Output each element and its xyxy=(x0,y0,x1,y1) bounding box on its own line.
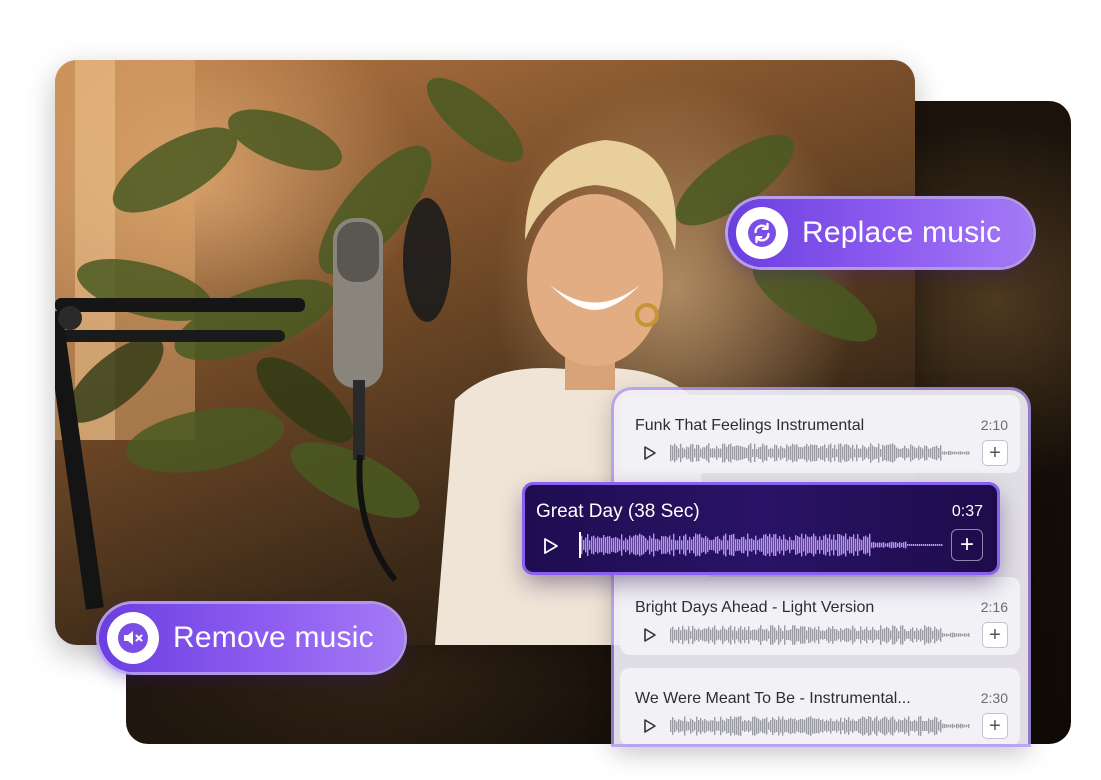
waveform[interactable] xyxy=(670,715,970,737)
remove-music-button[interactable]: Remove music xyxy=(99,604,404,672)
track-item[interactable]: We Were Meant To Be - Instrumental... 2:… xyxy=(620,668,1020,744)
play-icon[interactable] xyxy=(642,627,658,643)
add-track-button[interactable]: + xyxy=(982,622,1008,648)
track-title: We Were Meant To Be - Instrumental... xyxy=(635,690,911,707)
add-track-button[interactable]: + xyxy=(982,440,1008,466)
track-title: Funk That Feelings Instrumental xyxy=(635,417,865,434)
add-track-button[interactable]: + xyxy=(951,529,983,561)
track-title: Bright Days Ahead - Light Version xyxy=(635,599,875,616)
play-icon[interactable] xyxy=(542,537,560,555)
track-duration: 2:30 xyxy=(980,690,1008,706)
play-icon[interactable] xyxy=(642,445,658,461)
track-title: Great Day (38 Sec) xyxy=(536,501,700,522)
track-duration: 0:37 xyxy=(951,503,983,520)
replace-music-label: Replace music xyxy=(802,216,1002,249)
replace-music-button[interactable]: Replace music xyxy=(728,199,1033,267)
track-item[interactable]: Funk That Feelings Instrumental 2:10 + xyxy=(620,395,1020,473)
selected-track-item[interactable]: Great Day (38 Sec) 0:37 + xyxy=(525,485,997,572)
mute-icon xyxy=(107,612,159,664)
waveform[interactable] xyxy=(670,442,970,464)
refresh-icon xyxy=(736,207,788,259)
track-duration: 2:16 xyxy=(980,599,1008,615)
track-duration: 2:10 xyxy=(980,417,1008,433)
remove-music-label: Remove music xyxy=(173,621,374,654)
waveform[interactable] xyxy=(670,624,970,646)
add-track-button[interactable]: + xyxy=(982,713,1008,739)
track-item[interactable]: Bright Days Ahead - Light Version 2:16 + xyxy=(620,577,1020,655)
play-icon[interactable] xyxy=(642,718,658,734)
waveform[interactable] xyxy=(579,532,943,558)
